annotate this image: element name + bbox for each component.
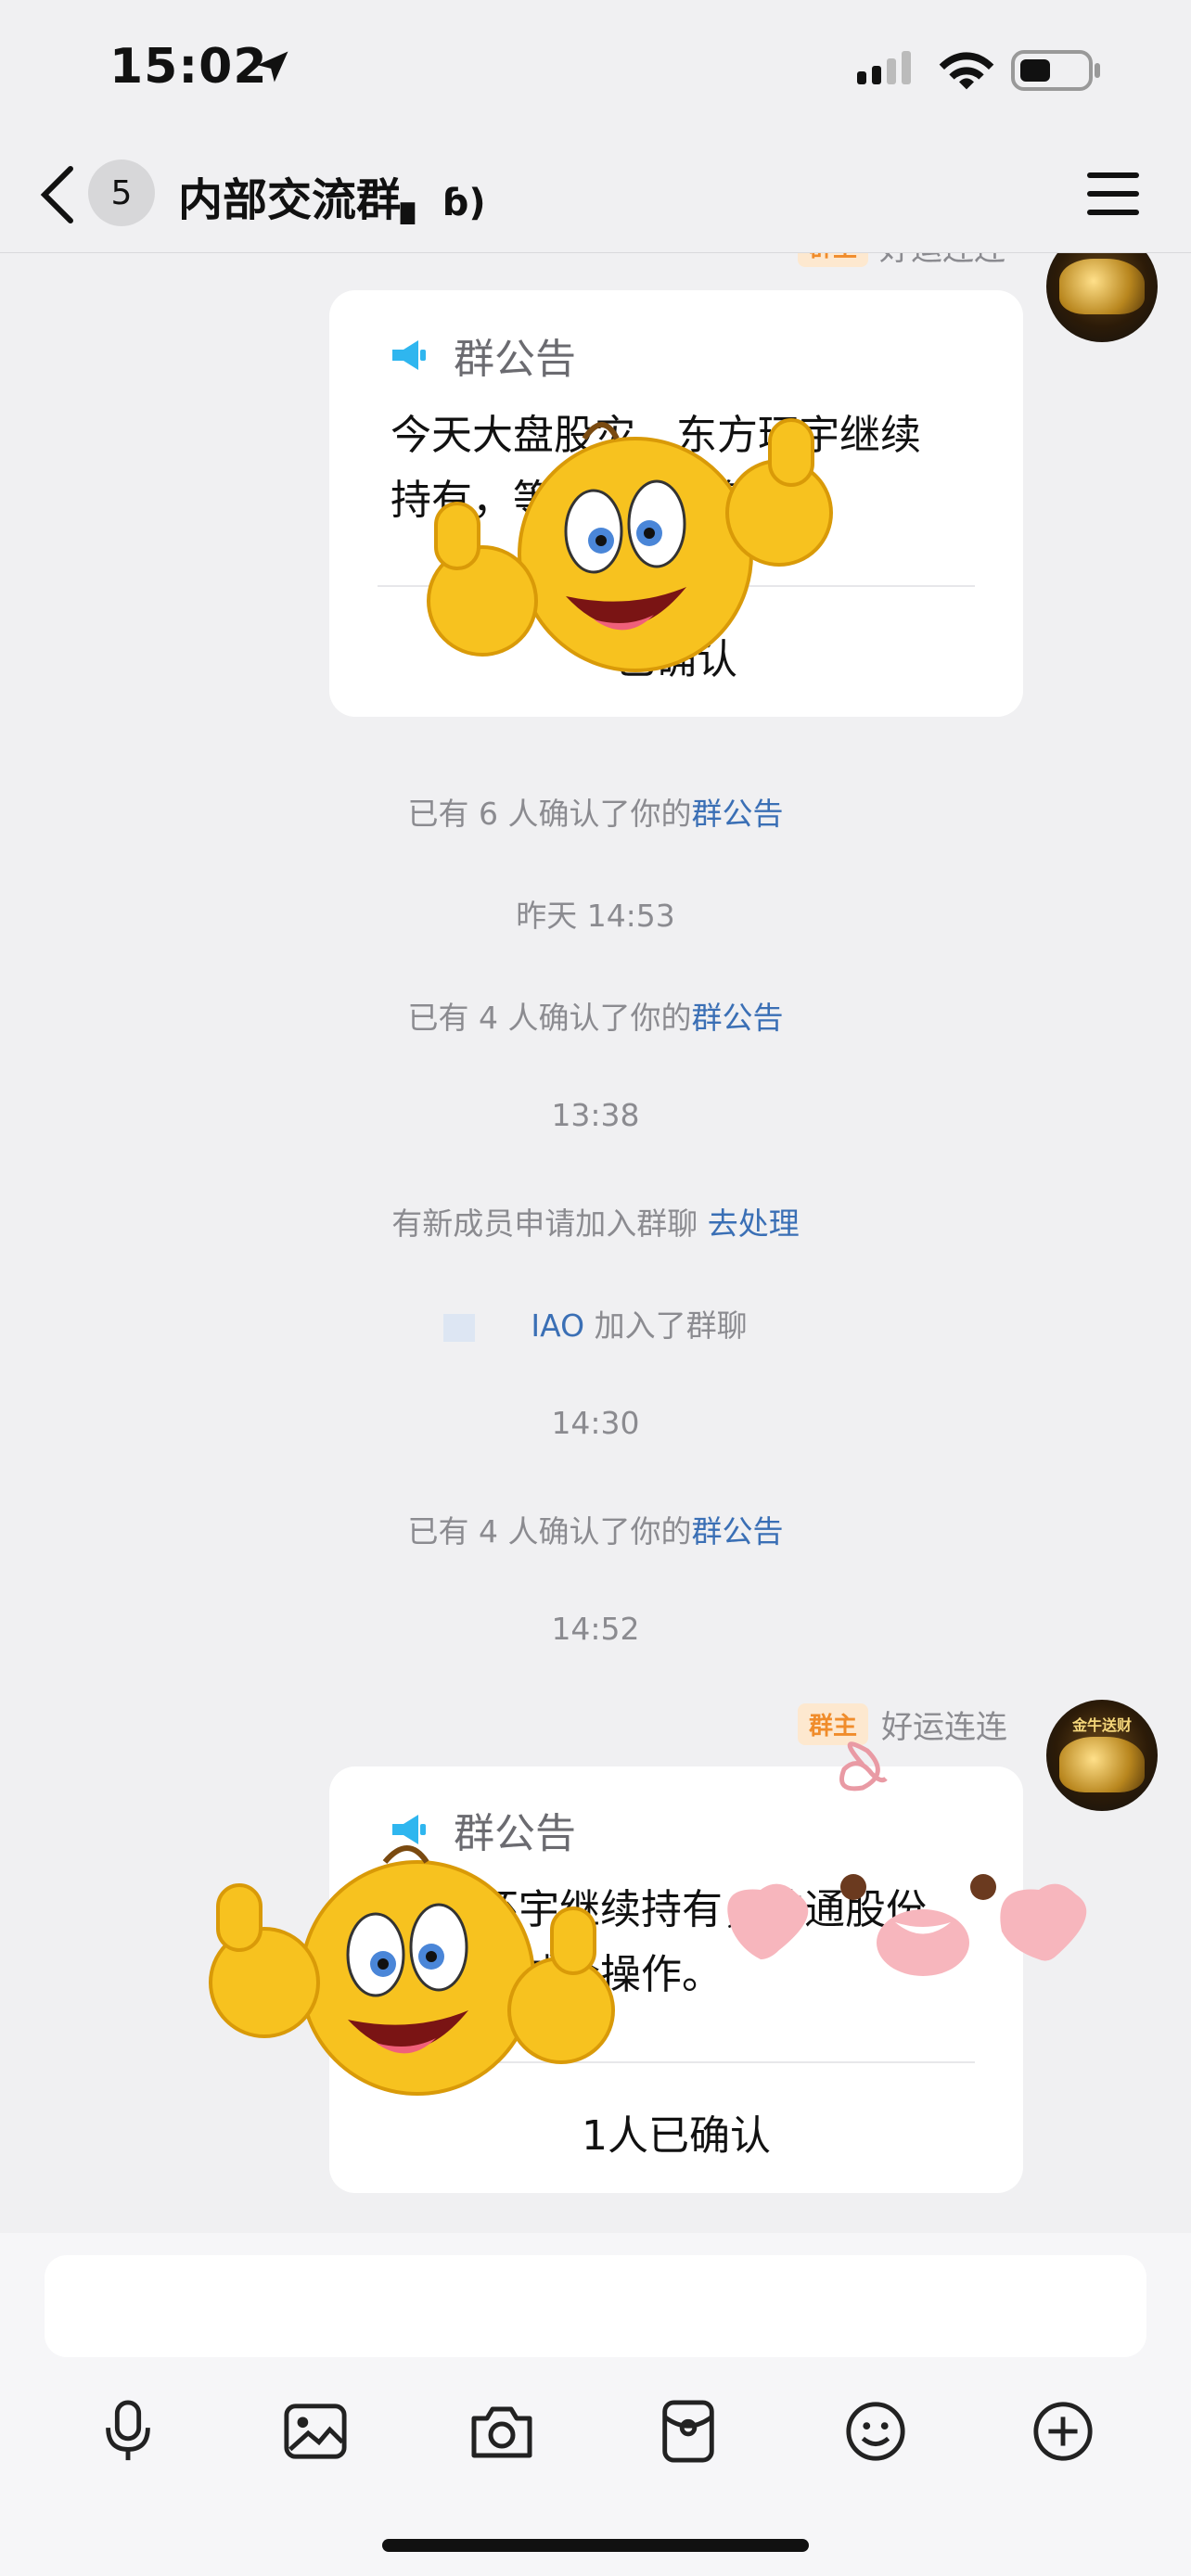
confirm-status[interactable]: 1人已确认 [329,2102,1023,2162]
message-input[interactable] [45,2255,1146,2357]
camera-icon [471,2406,532,2458]
emoji-button[interactable] [829,2385,922,2478]
announcement-link[interactable]: 群公告 [691,1000,783,1036]
menu-icon[interactable] [1083,169,1143,219]
status-bar: 15:02 [0,0,1191,139]
status-time: 15:02 [109,39,268,95]
home-indicator[interactable] [382,2539,809,2552]
chat-title: 内部交流群▖ ɓ) [178,174,486,226]
avatar[interactable] [1046,253,1158,342]
timestamp: 昨天 14:53 [516,898,675,934]
emoji-icon [846,2402,905,2461]
timestamp: 14:52 [551,1611,640,1647]
thumbs-up-emoji-sticker [427,418,833,672]
member-name-link[interactable]: IAO [531,1307,584,1344]
system-message: 已有 4 人确认了你的群公告 [407,1000,784,1036]
signal-icon [857,51,911,84]
camera-button[interactable] [455,2385,548,2478]
member-joined-message: IAO 加入了群聊 [0,1301,1191,1345]
system-message: 已有 4 人确认了你的群公告 [407,1513,784,1549]
red-packet-icon [662,2400,714,2463]
unread-count-badge[interactable]: 5 [88,159,155,226]
member-avatar [443,1313,476,1342]
announcement-link[interactable]: 群公告 [691,796,783,832]
plus-icon [1033,2402,1093,2461]
hearts-face-sticker [727,1741,1087,1976]
photo-button[interactable] [269,2385,362,2478]
sender-name: 好运连连 [879,253,1005,269]
voice-button[interactable] [82,2385,174,2478]
microphone-icon [106,2400,150,2461]
partial-sender-row: 群主 好运连连 [798,253,1005,269]
thumbs-up-emoji-sticker [209,1845,615,2096]
system-message: 已有 6 人确认了你的群公告 [407,796,784,832]
handle-request-link[interactable]: 去处理 [708,1205,800,1242]
wifi-icon [939,52,994,90]
announcement-header: 群公告 [389,325,576,385]
image-icon [284,2404,347,2459]
megaphone-icon [392,340,426,370]
more-button[interactable] [1017,2385,1109,2478]
timestamp: 13:38 [551,1097,640,1133]
timestamp: 14:30 [551,1405,640,1441]
back-chevron-icon[interactable] [37,165,78,224]
battery-icon [1011,50,1100,91]
red-packet-button[interactable] [642,2385,735,2478]
chat-area[interactable]: 群主 好运连连 群公告 今天大盘股灾，东方环宇继续 持有，等待开板修复。 已确认… [0,253,1191,2233]
announcement-link[interactable]: 群公告 [691,1513,783,1549]
location-arrow-icon [257,51,288,83]
system-message: 有新成员申请加入群聊 去处理 [391,1205,800,1242]
owner-tag: 群主 [798,253,869,267]
